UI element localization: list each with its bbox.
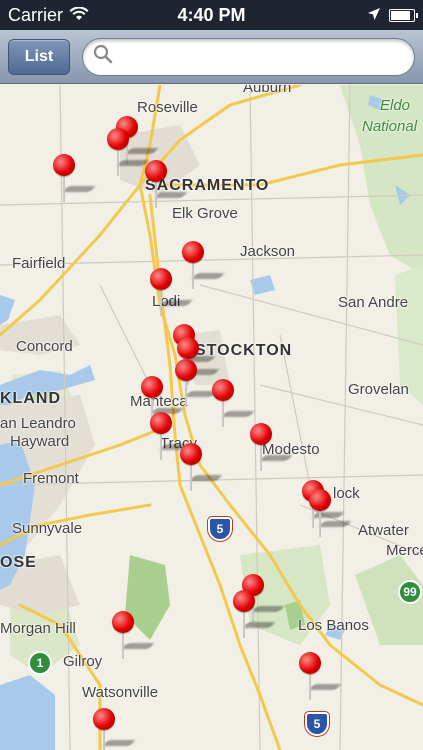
label-atwater: Atwater — [358, 522, 409, 539]
label-merced: Merce — [386, 542, 423, 559]
search-icon — [93, 44, 113, 69]
status-left: Carrier — [8, 5, 89, 26]
label-san-andreas: San Andre — [338, 294, 409, 311]
label-national: National — [362, 118, 418, 135]
map-view[interactable]: Roseville Auburn Eldo National SACRAMENT… — [0, 85, 423, 750]
search-box[interactable] — [82, 37, 415, 76]
map-pin[interactable] — [112, 611, 155, 663]
label-watsonville: Watsonville — [82, 684, 159, 701]
map-pin[interactable] — [299, 652, 342, 704]
map-pin[interactable] — [150, 412, 193, 464]
map-pin[interactable] — [250, 423, 293, 475]
label-groveland: Grovelan — [348, 381, 409, 398]
map-pin[interactable] — [107, 128, 150, 180]
navigation-bar: List — [0, 30, 423, 84]
label-auburn: Auburn — [243, 85, 292, 96]
label-san-leandro: an Leandro — [0, 415, 76, 432]
label-fremont: Fremont — [23, 470, 79, 487]
label-eldorado: Eldo — [380, 97, 411, 114]
interstate-5-shield-north: 5 — [208, 517, 232, 541]
list-button[interactable]: List — [8, 38, 70, 75]
label-turlock: lock — [333, 485, 360, 502]
search-input[interactable] — [119, 47, 414, 66]
label-fairfield: Fairfield — [12, 255, 66, 272]
label-gilroy: Gilroy — [63, 653, 103, 670]
label-sunnyvale: Sunnyvale — [12, 520, 83, 537]
wifi-icon — [69, 5, 89, 26]
label-morgan-hill: Morgan Hill — [0, 620, 76, 637]
label-roseville: Roseville — [137, 99, 198, 116]
label-concord: Concord — [16, 338, 73, 355]
status-bar: Carrier 4:40 PM — [0, 0, 423, 30]
battery-fill — [391, 10, 410, 20]
map-pin[interactable] — [182, 241, 225, 293]
map-pin[interactable] — [150, 268, 193, 320]
sr-1-shield: 1 — [28, 651, 52, 675]
map-pin[interactable] — [175, 359, 218, 411]
status-right — [367, 5, 418, 26]
battery-icon — [389, 8, 418, 22]
map-pin[interactable] — [93, 708, 136, 750]
label-los-banos: Los Banos — [298, 617, 369, 634]
map-pin[interactable] — [309, 489, 352, 541]
label-elk-grove: Elk Grove — [172, 205, 238, 222]
map-pin[interactable] — [212, 379, 255, 431]
carrier-label: Carrier — [8, 4, 64, 25]
sr-99-shield: 99 — [398, 580, 422, 604]
map-pin[interactable] — [145, 160, 188, 212]
map-pin[interactable] — [233, 590, 276, 642]
label-san-jose: OSE — [0, 554, 37, 571]
map-pin[interactable] — [53, 154, 96, 206]
label-hayward: Hayward — [10, 433, 70, 450]
label-jackson: Jackson — [240, 243, 296, 260]
location-arrow-icon — [367, 5, 381, 26]
interstate-5-shield-south: 5 — [305, 712, 329, 736]
map-pin[interactable] — [180, 443, 223, 495]
label-oakland: KLAND — [0, 390, 61, 407]
